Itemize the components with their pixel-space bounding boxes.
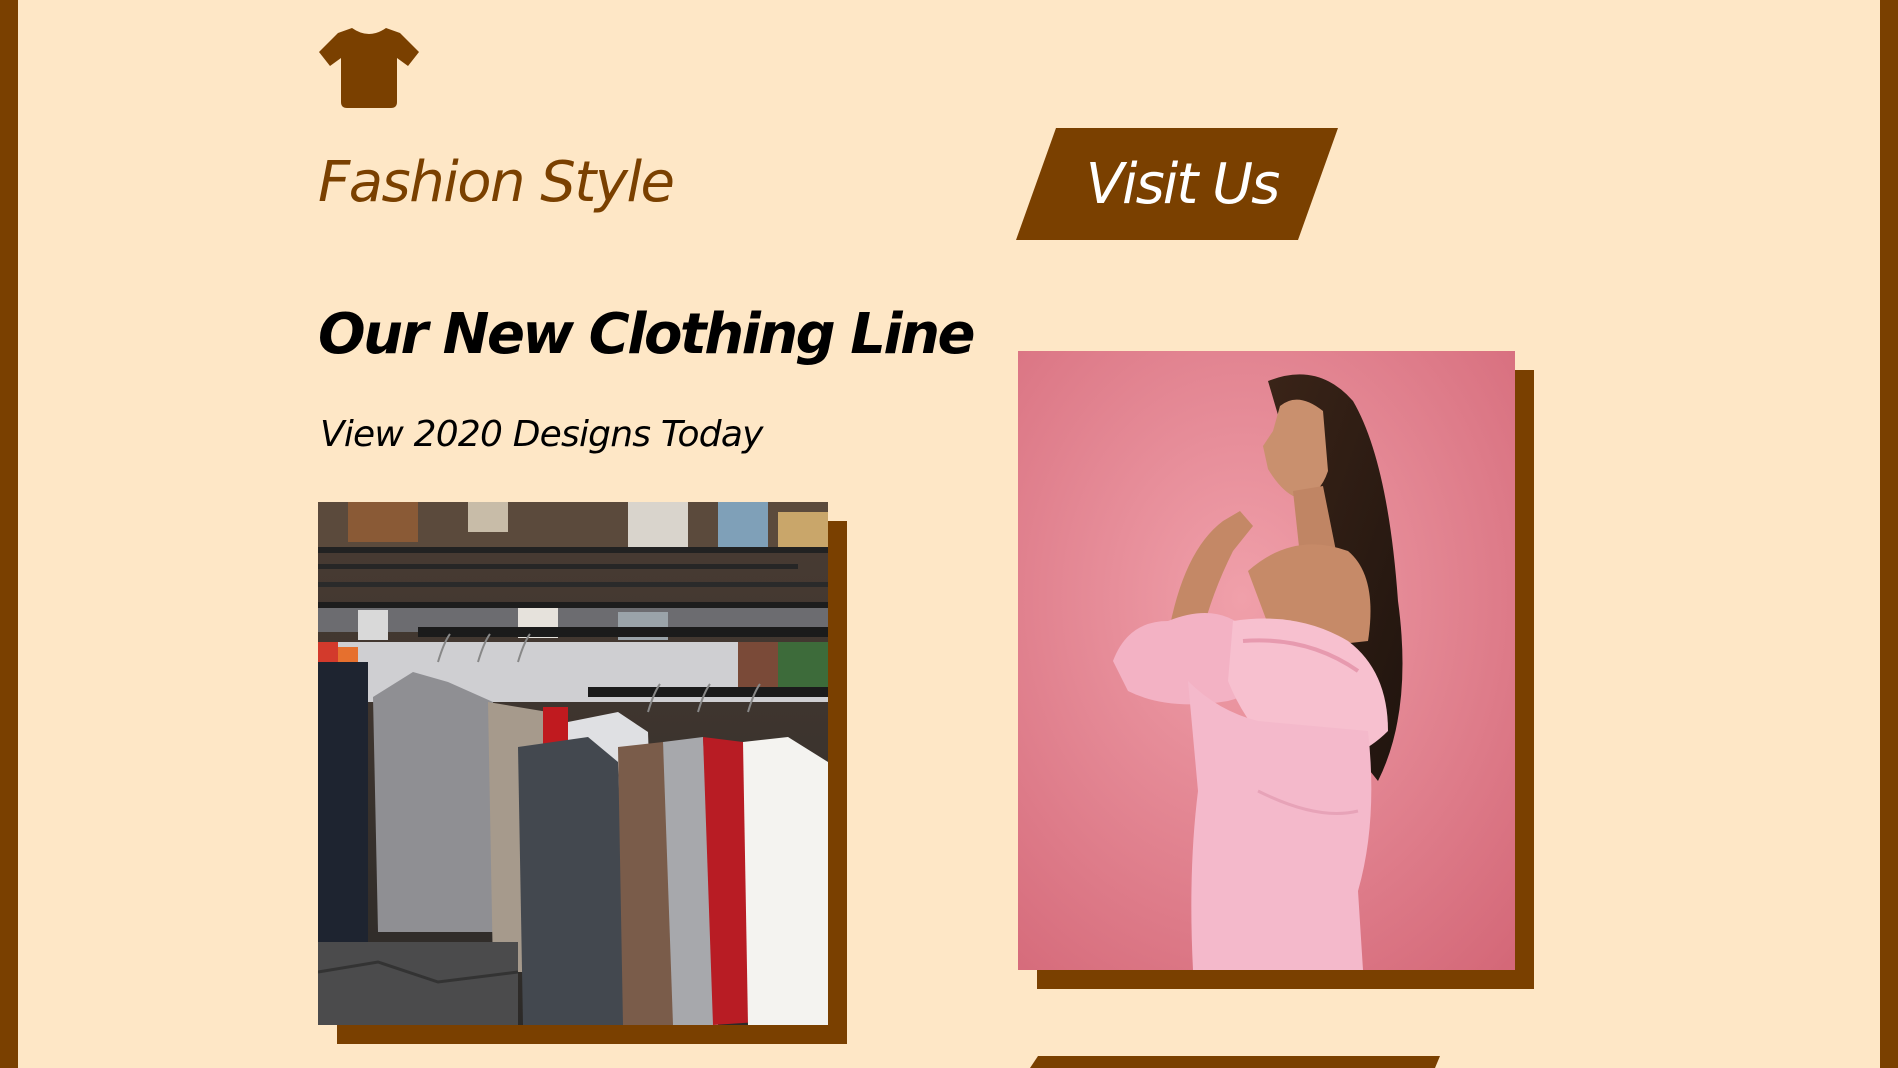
hero-subheadline: View 2020 Designs Today (320, 414, 763, 455)
right-frame-border (1880, 0, 1898, 1068)
visit-us-button[interactable]: Visit Us (1016, 128, 1338, 240)
hero-headline: Our New Clothing Line (318, 302, 975, 367)
clothing-rack-photo (318, 502, 828, 1025)
brand-title: Fashion Style (318, 150, 675, 215)
tshirt-icon (319, 28, 419, 108)
left-frame-border (0, 0, 18, 1068)
model-in-pink-dress-photo (1018, 351, 1515, 970)
bottom-section-tab (1030, 1056, 1440, 1068)
visit-us-label: Visit Us (1085, 151, 1281, 217)
